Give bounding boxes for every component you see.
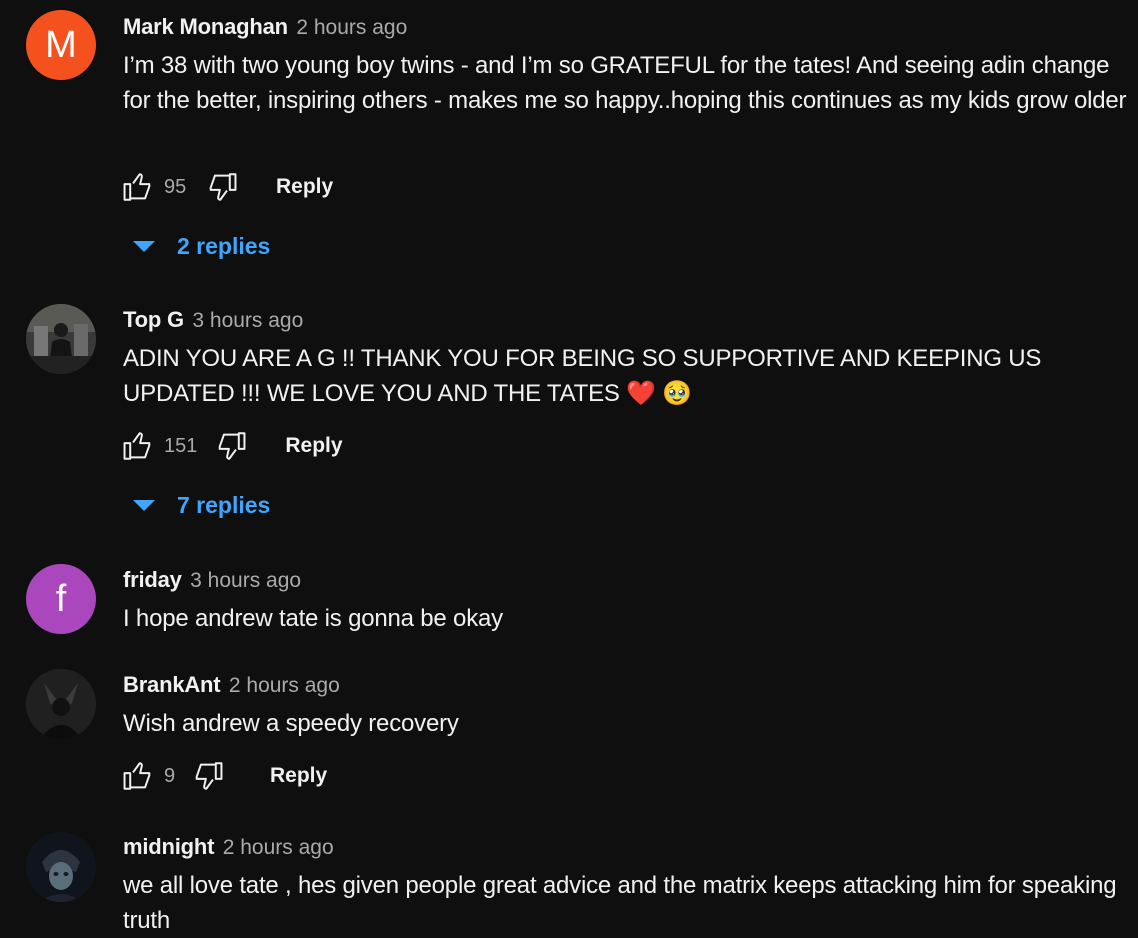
avatar[interactable] [26, 304, 96, 374]
comment-author[interactable]: friday [123, 567, 182, 592]
caret-down-icon [133, 499, 155, 511]
avatar[interactable]: M [26, 10, 96, 80]
comment-header: friday 3 hours ago [123, 566, 301, 597]
reply-button[interactable]: Reply [276, 175, 333, 199]
comment-author[interactable]: Mark Monaghan [123, 14, 288, 39]
comment-text: Wish andrew a speedy recovery [123, 710, 459, 737]
dislike-button[interactable] [211, 426, 251, 466]
comment-timestamp[interactable]: 3 hours ago [190, 569, 301, 592]
comment-header: Mark Monaghan 2 hours ago [123, 13, 407, 44]
face-holding-back-tears-emoji: 🥹 [662, 379, 693, 407]
comment-actions: 151 Reply [118, 426, 343, 466]
avatar[interactable] [26, 832, 96, 902]
thumbs-down-icon [195, 762, 223, 790]
avatar[interactable]: f [26, 564, 96, 634]
like-button[interactable] [118, 426, 158, 466]
avatar-letter: f [55, 577, 67, 620]
comment-text: we all love tate , hes given people grea… [123, 872, 1117, 934]
view-replies-button[interactable]: 2 replies [130, 228, 270, 264]
thumbs-up-icon [123, 762, 151, 790]
comment-actions: 9 Reply [118, 756, 327, 796]
comment-text: ADIN YOU ARE A G !! THANK YOU FOR BEING … [123, 342, 1133, 411]
like-count: 95 [164, 175, 187, 198]
avatar-photo [26, 669, 96, 739]
avatar-letter: M [45, 23, 77, 66]
replies-count-label: 7 replies [177, 491, 271, 518]
like-count: 9 [164, 764, 176, 787]
avatar-photo [26, 304, 96, 374]
comment-actions: 95 Reply [118, 167, 333, 207]
comment-header: BrankAnt 2 hours ago [123, 671, 340, 702]
comment-timestamp[interactable]: 3 hours ago [192, 309, 303, 332]
like-button[interactable] [118, 167, 158, 207]
comment-header: midnight 2 hours ago [123, 833, 334, 864]
thumbs-down-icon [209, 173, 237, 201]
comment-timestamp[interactable]: 2 hours ago [223, 836, 334, 859]
comment-text-body: ADIN YOU ARE A G !! THANK YOU FOR BEING … [123, 345, 1042, 407]
dislike-button[interactable] [188, 756, 228, 796]
comment-header: Top G 3 hours ago [123, 306, 303, 337]
avatar-photo [26, 832, 96, 902]
comment-timestamp[interactable]: 2 hours ago [296, 16, 407, 39]
replies-count-label: 2 replies [177, 232, 271, 259]
comment-timestamp[interactable]: 2 hours ago [229, 674, 340, 697]
thumbs-down-icon [219, 432, 246, 460]
comment-author[interactable]: BrankAnt [123, 672, 221, 697]
view-replies-button[interactable]: 7 replies [130, 487, 270, 523]
dislike-button[interactable] [202, 167, 242, 207]
thumbs-up-icon [123, 173, 151, 201]
comment-author[interactable]: Top G [123, 307, 184, 332]
like-button[interactable] [118, 756, 158, 796]
avatar[interactable] [26, 669, 96, 739]
comment-text: I hope andrew tate is gonna be okay [123, 605, 503, 632]
red-heart-emoji: ❤️ [626, 379, 656, 407]
reply-button[interactable]: Reply [285, 434, 342, 458]
reply-button[interactable]: Reply [270, 764, 327, 788]
caret-down-icon [133, 240, 155, 252]
thumbs-up-icon [123, 432, 151, 460]
comment-author[interactable]: midnight [123, 834, 214, 859]
comment-text: I’m 38 with two young boy twins - and I’… [123, 52, 1127, 114]
like-count: 151 [164, 434, 198, 457]
